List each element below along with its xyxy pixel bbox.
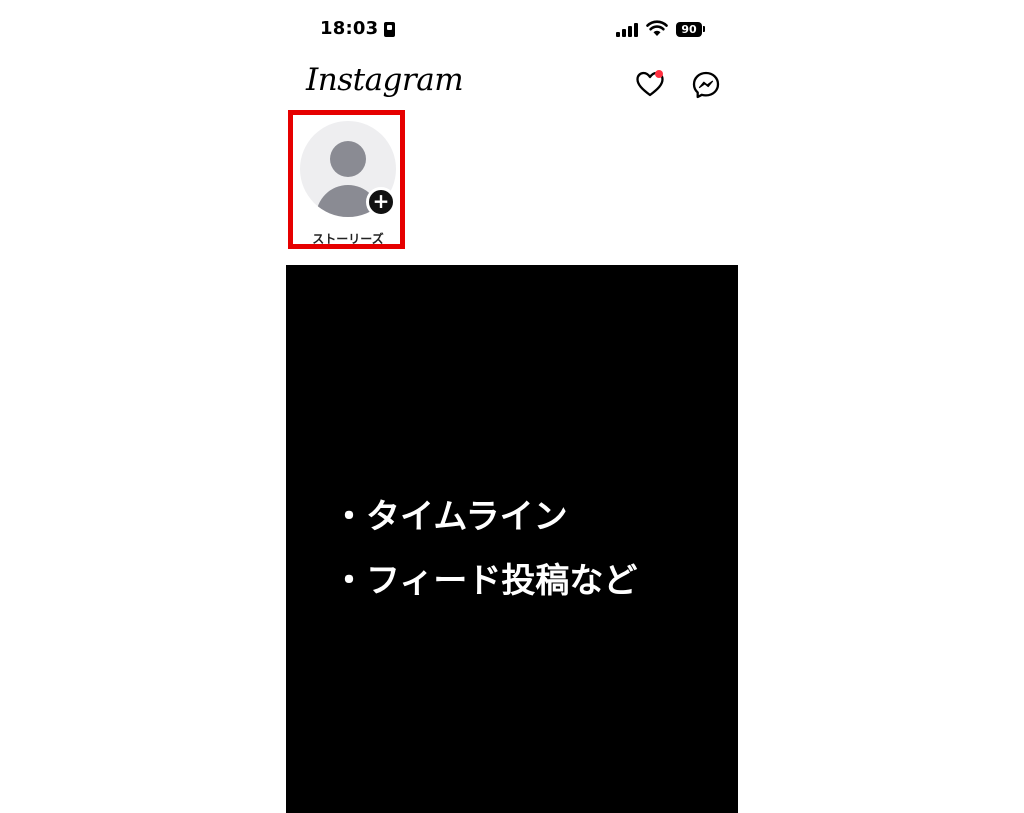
battery-indicator: 90 bbox=[676, 22, 702, 37]
notification-dot bbox=[655, 70, 663, 78]
feed-area: ・タイムライン ・フィード投稿など bbox=[286, 265, 738, 813]
messenger-icon[interactable] bbox=[690, 69, 722, 101]
app-header: Instagram bbox=[286, 60, 738, 110]
cellular-signal-icon bbox=[616, 23, 638, 37]
feed-caption: ・タイムライン ・フィード投稿など bbox=[332, 485, 637, 613]
status-bar: 18:03 90 bbox=[286, 14, 738, 46]
caption-line-feed-posts: ・フィード投稿など bbox=[332, 561, 638, 601]
focus-mode-icon bbox=[384, 22, 395, 37]
instagram-logo[interactable]: Instagram bbox=[306, 62, 464, 98]
stories-highlight-box bbox=[288, 110, 405, 249]
phone-screen: 18:03 90 Instagram + ストーリーズ ・タイムライン ・フィー… bbox=[286, 0, 738, 813]
status-time: 18:03 bbox=[320, 18, 379, 39]
caption-line-timeline: ・タイムライン bbox=[332, 497, 568, 537]
wifi-icon bbox=[646, 20, 668, 36]
battery-tip bbox=[703, 26, 705, 32]
